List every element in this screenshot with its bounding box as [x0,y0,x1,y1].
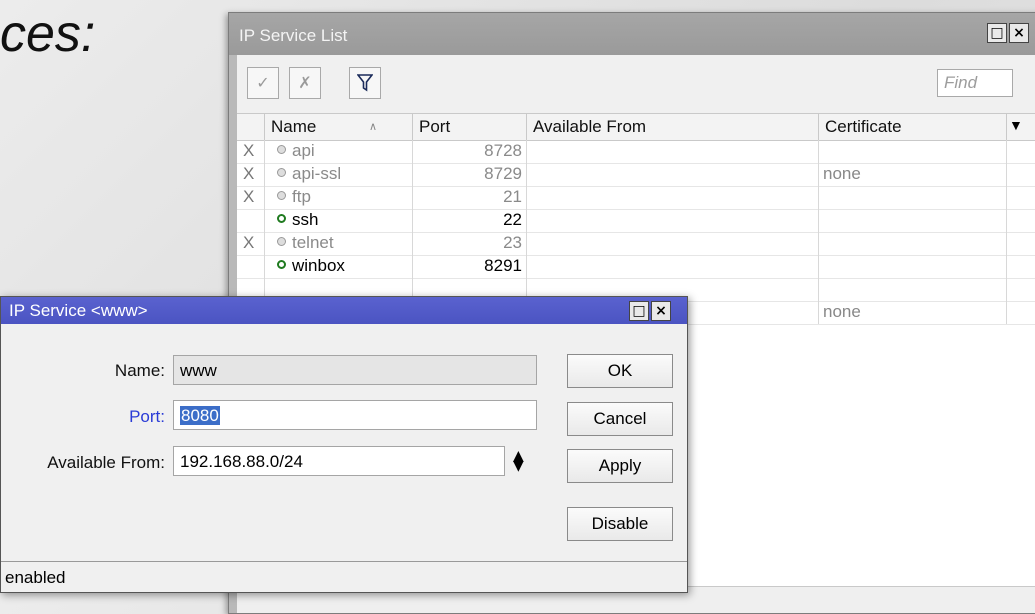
up-down-arrows-icon[interactable]: ▲ ▼ [513,449,524,473]
filter-icon [356,74,374,92]
table-row[interactable]: ssh 22 [237,209,1035,233]
service-name: api [292,141,315,160]
disabled-flag: X [237,140,265,163]
certificate-cell: none [819,163,1007,186]
table-row[interactable]: Xapi 8728 [237,140,1035,164]
available-from-field[interactable]: 192.168.88.0/24 [173,446,505,476]
service-name: winbox [292,256,345,275]
check-icon: ✓ [256,73,270,92]
find-input[interactable]: Find [937,69,1013,97]
disable-button[interactable]: ✗ [289,67,321,99]
status-text: enabled [5,568,66,587]
cross-icon: ✗ [298,73,312,92]
available-from-cell [527,186,819,209]
available-from-cell [527,232,819,255]
name-cell: api-ssl [265,163,413,186]
certificate-cell [819,278,1007,301]
service-name: ssh [292,210,319,229]
certificate-cell [819,255,1007,278]
service-name: api-ssl [292,164,342,183]
port-cell: 8728 [413,140,527,163]
disabled-flag: X [237,163,265,186]
port-field-value: 8080 [180,406,220,425]
dialog-title-bar[interactable]: IP Service <www> □ × [1,297,687,324]
column-menu-dropdown-icon[interactable]: ▼ [1009,117,1023,133]
port-cell: 22 [413,209,527,232]
disable-button[interactable]: Disable [567,507,673,541]
available-from-cell [527,140,819,163]
status-dot-icon [277,191,286,200]
disabled-flag [237,255,265,278]
disabled-flag: X [237,186,265,209]
ip-service-dialog: IP Service <www> □ × Name: www Port: 808… [0,296,688,593]
available-from-cell [527,209,819,232]
port-cell: 21 [413,186,527,209]
apply-button[interactable]: Apply [567,449,673,483]
name-cell: ssh [265,209,413,232]
sort-ascending-icon: ∧ [369,121,378,133]
list-toolbar: ✓ ✗ Find [237,55,1035,113]
name-cell: telnet [265,232,413,255]
name-cell: winbox [265,255,413,278]
certificate-cell [819,209,1007,232]
port-cell: 8291 [413,255,527,278]
table-row[interactable]: Xapi-ssl 8729 none [237,163,1035,187]
cancel-button[interactable]: Cancel [567,402,673,436]
dialog-title: IP Service <www> [9,301,148,320]
list-title-bar[interactable]: IP Service List □ × [229,13,1035,55]
port-label: Port: [129,407,165,426]
table-row[interactable]: Xftp 21 [237,186,1035,210]
certificate-cell [819,140,1007,163]
status-dot-icon [277,214,286,223]
maximize-icon[interactable]: □ [629,301,649,321]
column-header-name[interactable]: Name [265,114,413,140]
status-dot-icon [277,145,286,154]
table-row[interactable]: winbox 8291 [237,255,1035,279]
status-dot-icon [277,237,286,246]
column-header-port[interactable]: Port [413,114,527,140]
column-header-available-from[interactable]: Available From [527,114,819,140]
close-icon[interactable]: × [1009,23,1029,43]
column-header-flag[interactable] [237,114,265,140]
close-icon[interactable]: × [651,301,671,321]
available-from-cell [527,163,819,186]
name-field[interactable]: www [173,355,537,385]
name-cell: api [265,140,413,163]
table-row[interactable]: Xtelnet 23 [237,232,1035,256]
column-header-certificate[interactable]: Certificate [819,114,1007,140]
port-cell: 23 [413,232,527,255]
available-from-label: Available From: [47,453,165,472]
enable-button[interactable]: ✓ [247,67,279,99]
list-window-title: IP Service List [239,26,348,45]
port-field[interactable]: 8080 [173,400,537,430]
service-name: ftp [292,187,311,206]
certificate-cell [819,232,1007,255]
service-name: telnet [292,233,334,252]
port-cell: 8729 [413,163,527,186]
name-cell: ftp [265,186,413,209]
available-from-cell [527,255,819,278]
ok-button[interactable]: OK [567,354,673,388]
slide-heading-fragment: ces: [0,5,96,63]
disabled-flag [237,209,265,232]
certificate-cell: none [819,301,1007,324]
certificate-cell [819,186,1007,209]
filter-button[interactable] [349,67,381,99]
maximize-icon[interactable]: □ [987,23,1007,43]
disabled-flag: X [237,232,265,255]
name-label: Name: [114,361,165,380]
status-dot-icon [277,260,286,269]
table-header: Name ∧ Port Available From Certificate ▼ [237,113,1035,141]
status-dot-icon [277,168,286,177]
dialog-status-bar: enabled [1,561,687,592]
